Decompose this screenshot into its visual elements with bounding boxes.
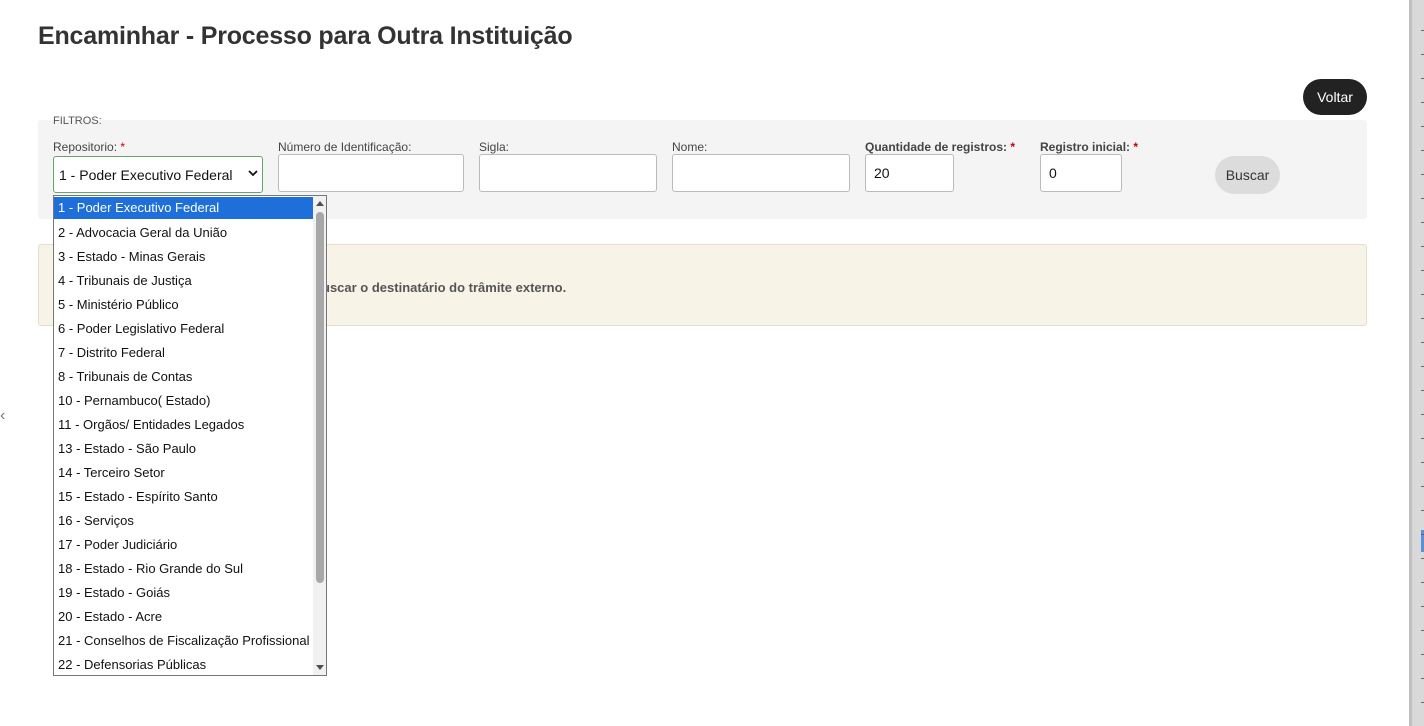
page: ‹ Encaminhar - Processo para Outra Insti… [0,0,1424,726]
name-input[interactable] [672,154,850,192]
scroll-up-arrow-icon[interactable] [315,199,325,209]
dropdown-option[interactable]: 20 - Estado - Acre [54,605,313,629]
dropdown-option[interactable]: 16 - Serviços [54,509,313,533]
filters-section-label: FILTROS: [53,115,102,127]
dropdown-option[interactable]: 1 - Poder Executivo Federal [54,197,313,219]
dropdown-option[interactable]: 22 - Defensorias Públicas [54,653,313,675]
dropdown-option[interactable]: 2 - Advocacia Geral da União [54,221,313,245]
dropdown-option[interactable]: 11 - Orgãos/ Entidades Legados [54,413,313,437]
dropdown-option[interactable]: 21 - Conselhos de Fiscalização Profissio… [54,629,313,653]
chevron-left-icon[interactable]: ‹ [0,408,5,424]
name-label: Nome: [672,140,708,154]
dropdown-option[interactable]: 17 - Poder Judiciário [54,533,313,557]
dropdown-option[interactable]: 14 - Terceiro Setor [54,461,313,485]
repository-select-value: 1 - Poder Executivo Federal [59,167,233,183]
page-title: Encaminhar - Processo para Outra Institu… [38,22,573,50]
record-count-input[interactable]: 20 [865,154,954,192]
record-count-label: Quantidade de registros: * [865,140,1016,154]
dropdown-option[interactable]: 3 - Estado - Minas Gerais [54,245,313,269]
repository-select[interactable]: 1 - Poder Executivo Federal [53,156,263,193]
dropdown-scrollbar[interactable] [313,196,326,675]
initial-record-input[interactable]: 0 [1040,154,1122,192]
dropdown-option[interactable]: 10 - Pernambuco( Estado) [54,389,313,413]
repository-label: Repositorio: * [53,140,126,154]
dropdown-option[interactable]: 13 - Estado - São Paulo [54,437,313,461]
id-number-label: Número de Identificação: [278,140,412,154]
notice-text: uscar o destinatário do trâmite externo. [322,280,567,295]
repository-dropdown-list[interactable]: 1 - Poder Executivo Federal 2 - Advocacia… [53,195,327,676]
search-button[interactable]: Buscar [1215,156,1280,194]
dropdown-option[interactable]: 15 - Estado - Espírito Santo [54,485,313,509]
dropdown-option[interactable]: 6 - Poder Legislativo Federal [54,317,313,341]
scroll-down-arrow-icon[interactable] [315,662,325,672]
dropdown-option[interactable]: 7 - Distrito Federal [54,341,313,365]
scrollbar-thumb[interactable] [316,212,324,583]
window-edge [1409,0,1424,726]
initial-record-label: Registro inicial: * [1040,140,1139,154]
dropdown-option[interactable]: 19 - Estado - Goiás [54,581,313,605]
id-number-input[interactable] [278,154,464,192]
back-button[interactable]: Voltar [1303,79,1367,115]
dropdown-option[interactable]: 5 - Ministério Público [54,293,313,317]
dropdown-option[interactable]: 18 - Estado - Rio Grande do Sul [54,557,313,581]
dropdown-option[interactable]: 4 - Tribunais de Justiça [54,269,313,293]
dropdown-option[interactable]: 8 - Tribunais de Contas [54,365,313,389]
acronym-label: Sigla: [479,140,510,154]
acronym-input[interactable] [479,154,657,192]
chevron-down-icon [248,170,258,177]
